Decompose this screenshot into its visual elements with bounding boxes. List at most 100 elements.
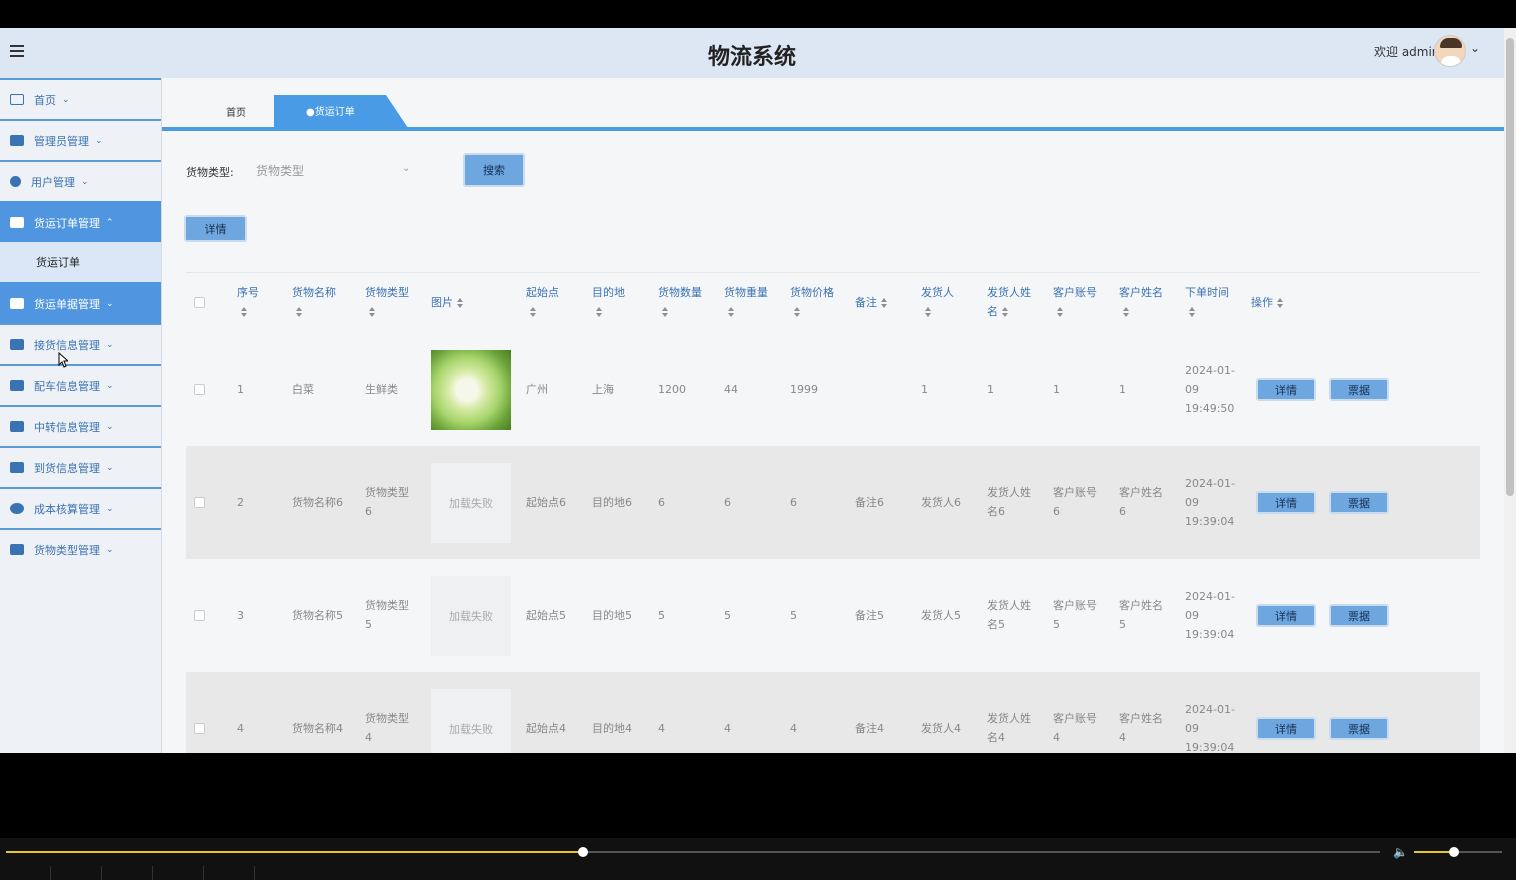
column-header[interactable]: 发货人 — [921, 283, 973, 321]
column-header[interactable]: 货物重量 — [724, 283, 776, 321]
row-ticket-button[interactable]: 票据 — [1329, 378, 1389, 401]
scrollbar-thumb[interactable] — [1506, 38, 1514, 496]
player-control[interactable] — [204, 866, 255, 880]
cell-name: 货物名称6 — [292, 496, 343, 509]
row-ticket-button[interactable]: 票据 — [1329, 491, 1389, 514]
sidebar-item-transfer[interactable]: 中转信息管理 ⌄ — [0, 405, 161, 446]
search-button[interactable]: 搜索 — [463, 153, 525, 187]
column-header[interactable]: 客户姓名 — [1119, 283, 1171, 321]
chevron-down-icon[interactable]: ⌄ — [1470, 41, 1480, 55]
sidebar-item-documents[interactable]: 货运单据管理 ⌄ — [0, 282, 161, 323]
sidebar-item-home[interactable]: 首页 ⌄ — [0, 78, 161, 119]
column-header[interactable]: 图片 — [431, 293, 483, 312]
column-header[interactable]: 货物价格 — [790, 283, 842, 321]
column-header[interactable]: 序号 — [237, 283, 289, 321]
select-all-checkbox[interactable] — [194, 297, 205, 308]
column-header[interactable]: 货物数量 — [658, 283, 710, 321]
cell-type: 货物类型5 — [365, 599, 409, 631]
sort-icon — [1277, 298, 1284, 308]
column-header[interactable]: 发货人姓名 — [987, 283, 1037, 321]
column-header[interactable]: 起始点 — [526, 283, 578, 321]
cell-sender: 发货人4 — [921, 722, 961, 735]
close-icon[interactable]: × — [472, 100, 480, 111]
sidebar-item-label: 货运单据管理 — [34, 297, 100, 311]
transfer-icon — [10, 421, 24, 432]
sidebar-item-label: 用户管理 — [31, 175, 75, 189]
column-header[interactable]: 客户账号 — [1053, 283, 1105, 321]
sidebar-item-cost[interactable]: 成本核算管理 ⌄ — [0, 487, 161, 528]
player-control[interactable] — [51, 866, 102, 880]
sidebar-item-label: 接货信息管理 — [34, 338, 100, 352]
cell-price: 4 — [790, 722, 797, 735]
row-detail-button[interactable]: 详情 — [1256, 717, 1316, 740]
sidebar-item-label: 货运订单管理 — [34, 216, 100, 230]
cell-customer: 客户姓名4 — [1119, 712, 1163, 744]
cargo-type-select[interactable]: 货物类型 — [256, 162, 416, 179]
volume-icon[interactable]: 🔈 — [1393, 845, 1408, 859]
progress-handle[interactable] — [578, 847, 589, 857]
orders-table: 序号 货物名称 货物类型 图片 起始点 目的地 货物数量 货物重量 货物价格 备… — [186, 272, 1480, 753]
progress-fill — [6, 851, 584, 853]
column-header[interactable]: 目的地 — [592, 283, 644, 321]
sidebar-item-users[interactable]: 用户管理 ⌄ — [0, 160, 161, 201]
cell-time: 2024-01-09 19:49:50 — [1185, 364, 1235, 415]
sidebar-item-orders[interactable]: 货运订单管理 ⌃ — [0, 201, 161, 242]
cell-from: 起始点5 — [526, 609, 566, 622]
sidebar-item-category[interactable]: 货物类型管理 ⌄ — [0, 528, 161, 569]
cell-name: 货物名称4 — [292, 722, 343, 735]
chevron-down-icon: ⌄ — [106, 298, 114, 309]
cell-name: 白菜 — [292, 383, 314, 396]
chevron-down-icon[interactable]: ⌄ — [402, 163, 410, 174]
category-icon — [10, 544, 24, 555]
sort-icon — [794, 307, 801, 317]
cell-to: 上海 — [592, 383, 614, 396]
row-checkbox[interactable] — [194, 723, 205, 734]
sidebar-item-vehicle[interactable]: 配车信息管理 ⌄ — [0, 364, 161, 405]
row-checkbox[interactable] — [194, 384, 205, 395]
document-icon — [10, 298, 24, 309]
vertical-scrollbar[interactable] — [1504, 28, 1516, 753]
submenu-item-orders[interactable]: 货运订单 — [0, 242, 161, 282]
sort-icon — [881, 298, 888, 308]
row-checkbox[interactable] — [194, 610, 205, 621]
tab-label: ●货运订单 — [306, 107, 355, 118]
cell-sender: 发货人5 — [921, 609, 961, 622]
sort-icon — [1123, 307, 1130, 317]
sidebar-item-admin[interactable]: 管理员管理 ⌄ — [0, 119, 161, 160]
column-header[interactable]: 备注 — [855, 293, 907, 312]
player-control[interactable] — [102, 866, 153, 880]
player-control[interactable] — [0, 866, 51, 880]
row-detail-button[interactable]: 详情 — [1256, 491, 1316, 514]
tab-orders[interactable]: ●货运订单 × — [274, 95, 408, 128]
sidebar-item-label: 到货信息管理 — [34, 461, 100, 475]
row-ticket-button[interactable]: 票据 — [1329, 604, 1389, 627]
sidebar-item-label: 首页 — [34, 93, 56, 107]
sort-icon — [530, 307, 537, 317]
sidebar-item-label: 配车信息管理 — [34, 379, 100, 393]
detail-button[interactable]: 详情 — [184, 215, 247, 242]
player-control[interactable] — [153, 866, 204, 880]
column-header[interactable]: 操作 — [1251, 293, 1303, 312]
chevron-down-icon: ⌄ — [81, 176, 89, 187]
row-checkbox[interactable] — [194, 497, 205, 508]
chevron-down-icon: ⌄ — [106, 421, 114, 432]
sidebar-item-receive[interactable]: 接货信息管理 ⌄ — [0, 323, 161, 364]
avatar[interactable] — [1434, 35, 1466, 67]
column-header[interactable]: 货物名称 — [292, 283, 344, 321]
row-detail-button[interactable]: 详情 — [1256, 378, 1316, 401]
tab-underline — [162, 127, 1504, 131]
sort-icon — [662, 307, 669, 317]
row-ticket-button[interactable]: 票据 — [1329, 717, 1389, 740]
column-header[interactable]: 货物类型 — [365, 283, 417, 321]
chevron-down-icon: ⌄ — [62, 94, 70, 105]
tab-home[interactable]: 首页 — [226, 104, 246, 119]
cell-customer: 客户姓名6 — [1119, 486, 1163, 518]
column-header[interactable]: 下单时间 — [1185, 283, 1237, 321]
arrival-icon — [10, 462, 24, 473]
volume-handle[interactable] — [1448, 847, 1459, 857]
cell-customer: 客户姓名5 — [1119, 599, 1163, 631]
submenu-item-label: 货运订单 — [36, 256, 80, 269]
home-icon — [10, 94, 24, 105]
sidebar-item-arrival[interactable]: 到货信息管理 ⌄ — [0, 446, 161, 487]
row-detail-button[interactable]: 详情 — [1256, 604, 1316, 627]
